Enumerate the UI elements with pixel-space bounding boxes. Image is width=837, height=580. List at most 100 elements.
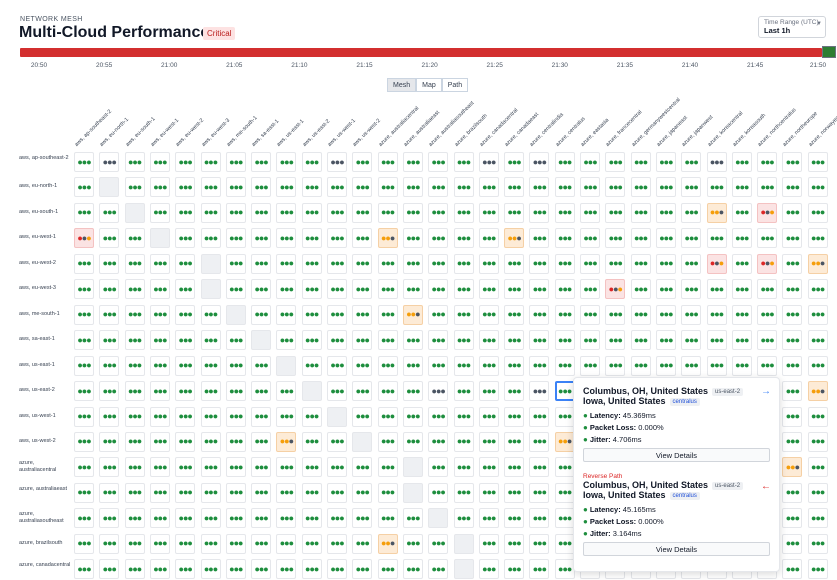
mesh-cell[interactable]: ●●● (807, 202, 828, 223)
mesh-cell[interactable]: ●●● (352, 559, 373, 580)
mesh-cell[interactable]: ●●● (782, 279, 803, 300)
mesh-cell[interactable]: ●●● (630, 202, 651, 223)
mesh-cell[interactable]: ●●● (377, 457, 398, 478)
mesh-cell[interactable]: ●●● (225, 381, 246, 402)
mesh-cell[interactable]: ●●● (504, 202, 525, 223)
mesh-cell[interactable]: ●●● (124, 152, 145, 172)
mesh-cell[interactable]: ●●● (149, 202, 170, 223)
mesh-cell[interactable]: ●●● (529, 406, 550, 427)
mesh-cell[interactable]: ●●● (453, 381, 474, 402)
mesh-cell[interactable]: ●●● (782, 330, 803, 351)
mesh-cell[interactable]: ●●● (251, 253, 272, 274)
mesh-cell[interactable]: ●●● (655, 152, 676, 172)
mesh-cell[interactable]: ●●● (402, 381, 423, 402)
mesh-cell[interactable]: ●●● (99, 202, 120, 223)
mesh-cell[interactable]: ●●● (251, 457, 272, 478)
mesh-cell[interactable]: ●●● (124, 228, 145, 249)
mesh-cell[interactable]: ●●● (731, 253, 752, 274)
mesh-cell[interactable]: ●●● (782, 202, 803, 223)
mesh-cell[interactable]: ●●● (175, 330, 196, 351)
mesh-cell[interactable]: ●●● (200, 381, 221, 402)
mesh-cell[interactable]: ●●● (149, 559, 170, 580)
mesh-cell[interactable]: ●●● (352, 202, 373, 223)
mesh-cell[interactable]: ●●● (580, 355, 600, 376)
mesh-cell[interactable]: ●●● (504, 279, 525, 300)
mesh-cell[interactable]: ●●● (124, 457, 145, 478)
mesh-cell[interactable]: ●●● (807, 304, 828, 325)
mesh-cell[interactable]: ●●● (251, 177, 272, 198)
mesh-cell[interactable]: ●●● (554, 533, 575, 554)
mesh-cell[interactable]: ●●● (428, 253, 449, 274)
mesh-cell[interactable]: ●●● (782, 431, 803, 452)
mesh-cell[interactable]: ●●● (225, 559, 246, 580)
mesh-cell[interactable]: ●●● (655, 355, 676, 376)
mesh-cell[interactable]: ●●● (225, 406, 246, 427)
mesh-cell[interactable]: ●●● (200, 152, 221, 172)
mesh-cell[interactable]: ●●● (402, 152, 423, 172)
mesh-cell[interactable]: ●●● (149, 406, 170, 427)
mesh-cell-critical[interactable]: ● ● ● (706, 253, 727, 274)
mesh-cell[interactable]: ●●● (807, 457, 828, 478)
mesh-cell[interactable]: ●●● (580, 330, 600, 351)
mesh-cell[interactable]: ●●● (453, 355, 474, 376)
mesh-cell[interactable]: ●●● (605, 228, 626, 249)
mesh-cell[interactable]: ●●● (352, 482, 373, 503)
mesh-cell[interactable]: ●●● (225, 330, 246, 351)
mesh-cell[interactable]: ●●● (807, 406, 828, 427)
mesh-cell[interactable]: ●●● (731, 330, 752, 351)
mesh-cell[interactable]: ●●● (554, 304, 575, 325)
mesh-cell[interactable]: ●●● (402, 330, 423, 351)
mesh-cell[interactable]: ●●● (757, 304, 778, 325)
mesh-cell[interactable]: ●●● (175, 177, 196, 198)
mesh-cell[interactable]: ●●● (681, 202, 702, 223)
mesh-cell[interactable]: ●●● (428, 279, 449, 300)
mesh-cell[interactable]: ●●● (504, 253, 525, 274)
mesh-cell[interactable]: ●●● (478, 279, 499, 300)
mesh-cell[interactable]: ●●● (453, 304, 474, 325)
mesh-cell[interactable]: ●●● (327, 228, 347, 249)
mesh-cell[interactable]: ●●● (225, 508, 246, 529)
mesh-cell[interactable]: ●●● (681, 355, 702, 376)
mesh-cell[interactable]: ●●● (149, 355, 170, 376)
mesh-cell[interactable]: ●●● (757, 228, 778, 249)
mesh-cell[interactable]: ●●● (757, 152, 778, 172)
mesh-cell[interactable]: ●●● (251, 228, 272, 249)
mesh-cell[interactable]: ●●● (149, 304, 170, 325)
mesh-cell[interactable]: ●●● (149, 381, 170, 402)
mesh-cell[interactable]: ●●● (251, 482, 272, 503)
mesh-cell[interactable]: ●●● (605, 202, 626, 223)
mesh-cell[interactable]: ●●● (352, 177, 373, 198)
mesh-cell[interactable]: ●●● (428, 177, 449, 198)
mesh-cell-critical[interactable]: ● ● ● (605, 279, 626, 300)
mesh-cell[interactable]: ●●● (782, 482, 803, 503)
mesh-cell[interactable]: ●●● (200, 355, 221, 376)
mesh-cell[interactable]: ●●● (327, 381, 347, 402)
mesh-cell[interactable]: ●●● (402, 533, 423, 554)
mesh-cell[interactable]: ●●● (301, 152, 322, 172)
mesh-cell[interactable]: ●●● (554, 508, 575, 529)
mesh-cell[interactable]: ●●● (124, 508, 145, 529)
mesh-cell[interactable]: ●●● (149, 330, 170, 351)
mesh-cell[interactable]: ●●● (377, 355, 398, 376)
mesh-cell[interactable]: ●●● (124, 431, 145, 452)
mesh-cell[interactable]: ●●● (225, 228, 246, 249)
mesh-cell[interactable]: ●●● (327, 330, 347, 351)
mesh-cell[interactable]: ●●● (149, 533, 170, 554)
mesh-cell[interactable]: ●●● (453, 177, 474, 198)
mesh-cell[interactable]: ●●● (124, 304, 145, 325)
mesh-cell[interactable]: ●●● (175, 253, 196, 274)
mesh-cell[interactable]: ●●● (453, 406, 474, 427)
mesh-cell[interactable]: ●●● (630, 152, 651, 172)
mesh-cell-warning[interactable]: ● ● ● (807, 253, 828, 274)
mesh-cell[interactable]: ●●● (681, 279, 702, 300)
mesh-cell[interactable]: ●●● (402, 431, 423, 452)
mesh-cell[interactable]: ●●● (175, 431, 196, 452)
mesh-cell-critical[interactable]: ● ● ● (74, 228, 94, 249)
mesh-cell[interactable]: ●●● (74, 253, 94, 274)
view-details-button[interactable]: View Details (583, 542, 770, 556)
mesh-cell[interactable]: ●●● (301, 304, 322, 325)
mesh-cell[interactable]: ●●● (630, 355, 651, 376)
mesh-cell[interactable]: ●●● (655, 202, 676, 223)
mesh-cell[interactable]: ●●● (428, 482, 449, 503)
mesh-cell[interactable]: ●●● (74, 330, 94, 351)
